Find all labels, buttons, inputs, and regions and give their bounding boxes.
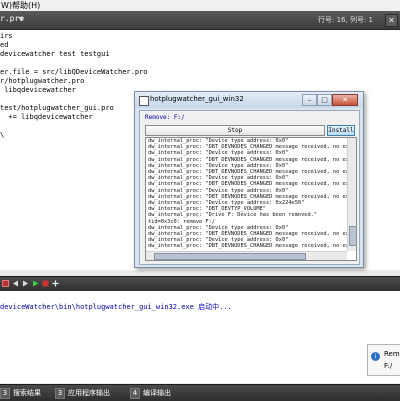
notification-title: Rem <box>384 350 400 358</box>
code-line: test/hotplugwatcher_gui.pro <box>0 104 114 112</box>
log-line: dw_internal_proc: "DBT_DEVNODES_CHANGED … <box>148 144 356 151</box>
removal-notification[interactable]: i Rem F:/ <box>367 344 400 376</box>
application-output-tab[interactable]: 3 应用程序输出 <box>55 388 110 399</box>
notification-body: F:/ <box>384 362 393 370</box>
scroll-thumb[interactable] <box>349 226 356 246</box>
window-close-button[interactable]: ✕ <box>332 94 358 106</box>
stop-button[interactable]: Stop <box>145 125 325 136</box>
log-line: dw_internal_proc: "Device type address: … <box>148 187 289 194</box>
close-icon[interactable]: ✕ <box>385 14 398 27</box>
output-line: deviceWatcher\bin\hotplugwatcher_gui_win… <box>0 303 232 311</box>
log-line: dw_internal_proc: "DBT_DEVNODES_CHANGED … <box>148 181 356 188</box>
code-line: er.file = src/libQDeviceWatcher.pro <box>0 68 148 76</box>
cursor-position: 行号: 16, 列号: 1 <box>318 16 373 24</box>
log-line: dw_internal_proc: "Device type address: … <box>148 175 289 182</box>
log-line: dw_internal_proc: "DBT_DEVNODES_CHANGED … <box>148 193 356 200</box>
log-textarea[interactable]: dw_internal_proc: "Device type address: … <box>145 137 357 261</box>
menu-window[interactable]: W) <box>1 0 12 11</box>
vertical-scrollbar[interactable] <box>347 138 356 251</box>
plus-icon[interactable] <box>52 280 59 287</box>
next-icon[interactable] <box>22 280 29 287</box>
horizontal-scrollbar[interactable] <box>146 251 347 260</box>
app-icon <box>139 96 149 106</box>
log-line: dw_internal_proc: "DBT_DEVNODES_CHANGED … <box>148 231 356 237</box>
log-line: dw_internal_proc: "DBT_DEVNODES_CHANGED … <box>148 156 356 163</box>
scroll-thumb[interactable] <box>154 253 306 260</box>
code-line: \ <box>0 131 5 139</box>
menu-help[interactable]: 帮助(H) <box>12 0 40 11</box>
info-icon: i <box>371 352 380 361</box>
editor-tab-bar: r.pro 行号: 16, 列号: 1 ✕ <box>0 11 400 30</box>
status-bar: 3 搜索结果 3 应用程序输出 4 编译输出 <box>0 384 400 401</box>
compile-output-tab[interactable]: 4 编译输出 <box>130 388 171 399</box>
log-line: dw_internal_proc: "Device type address: … <box>148 150 289 157</box>
code-line: devicewatcher test testgui <box>0 50 110 58</box>
log-line: dw_internal_proc: "DBT_DEVNODES_CHANGED … <box>148 243 356 250</box>
install-button[interactable]: Install <box>327 125 355 136</box>
window-titlebar[interactable]: hotplugwatcher_gui_win32 – □ ✕ <box>135 92 363 108</box>
window-title: hotplugwatcher_gui_win32 <box>150 95 244 103</box>
log-line: dw_internal_proc: "Device type address: … <box>148 200 305 206</box>
code-line: ed <box>0 41 9 49</box>
stop-icon[interactable] <box>42 280 49 287</box>
code-line: r/hotplugwatcher.pro <box>0 77 85 85</box>
previous-icon[interactable] <box>12 280 19 287</box>
code-line: += libqdevicewatcher <box>0 113 93 121</box>
code-line: irs <box>0 32 13 40</box>
chevron-down-icon[interactable] <box>18 17 24 21</box>
clear-icon[interactable] <box>2 280 9 287</box>
menu-bar: W) 帮助(H) <box>0 0 400 11</box>
application-output-panel[interactable]: deviceWatcher\bin\hotplugwatcher_gui_win… <box>0 291 400 383</box>
code-line: libqdevicewatcher <box>0 86 76 94</box>
log-line: dw_internal_proc: "Device type address: … <box>148 138 289 144</box>
log-line: dw_internal_proc: "DBT_DEVTYP_VOLUME" <box>148 206 266 213</box>
minimize-button[interactable]: – <box>302 94 317 106</box>
log-line: dw_internal_proc: "Device type address: … <box>148 162 289 169</box>
log-line: tid=0x3c0: remove F:/ <box>148 218 215 225</box>
log-line: dw_internal_proc: "Drive F: Device has b… <box>148 212 318 219</box>
log-line: dw_internal_proc: "Device type address: … <box>148 237 289 244</box>
search-results-tab[interactable]: 3 搜索结果 <box>0 388 41 399</box>
window-client-area: Remove: F:/ Stop Install dw_internal_pro… <box>139 110 360 265</box>
log-line: dw_internal_proc: "DBT_DEVNODES_CHANGED … <box>148 169 356 175</box>
output-toolbar <box>0 276 400 291</box>
run-icon[interactable] <box>32 280 39 287</box>
log-line: dw_internal_proc: "Device type address: … <box>148 224 289 231</box>
hotplugwatcher-window[interactable]: hotplugwatcher_gui_win32 – □ ✕ Remove: F… <box>134 91 364 268</box>
remove-label: Remove: F:/ <box>145 114 185 121</box>
maximize-button[interactable]: □ <box>317 94 332 106</box>
